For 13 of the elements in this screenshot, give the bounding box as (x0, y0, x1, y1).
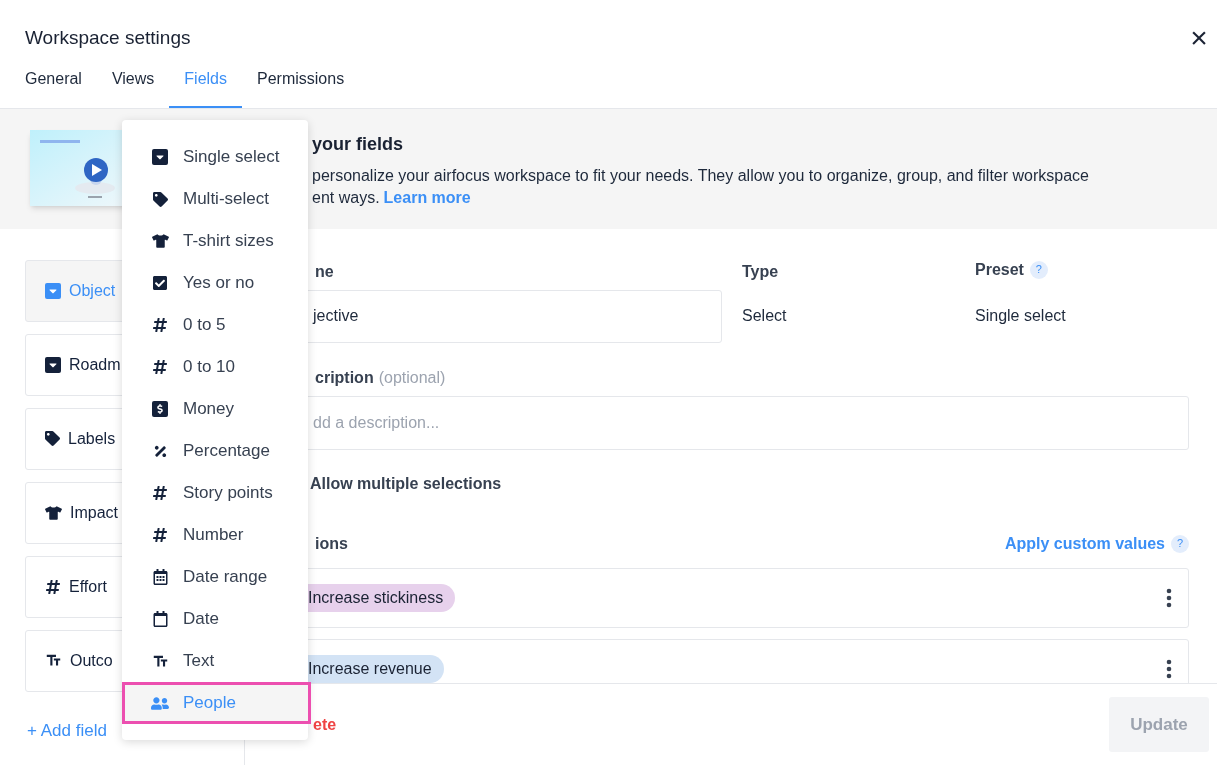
field-label: ne (314, 261, 335, 280)
field-label: cription (315, 367, 374, 386)
optional-note: (optional) (378, 367, 446, 386)
field-label: Type (742, 261, 780, 280)
type-value: Select (742, 306, 788, 326)
window-title: Workspace settings (25, 26, 191, 50)
checkbox-label: Allow multiple selections (310, 474, 502, 492)
banner-text: ent ways. (312, 187, 380, 208)
banner-text: personalize your airfocus workspace to fit your needs. They allow you to organize, group, and filter workspace (312, 165, 1089, 186)
section-label: ions (314, 533, 348, 554)
field-label: Preset (975, 259, 1024, 280)
banner-title: your fields (312, 132, 405, 156)
preset-value: Single select (975, 306, 1067, 326)
